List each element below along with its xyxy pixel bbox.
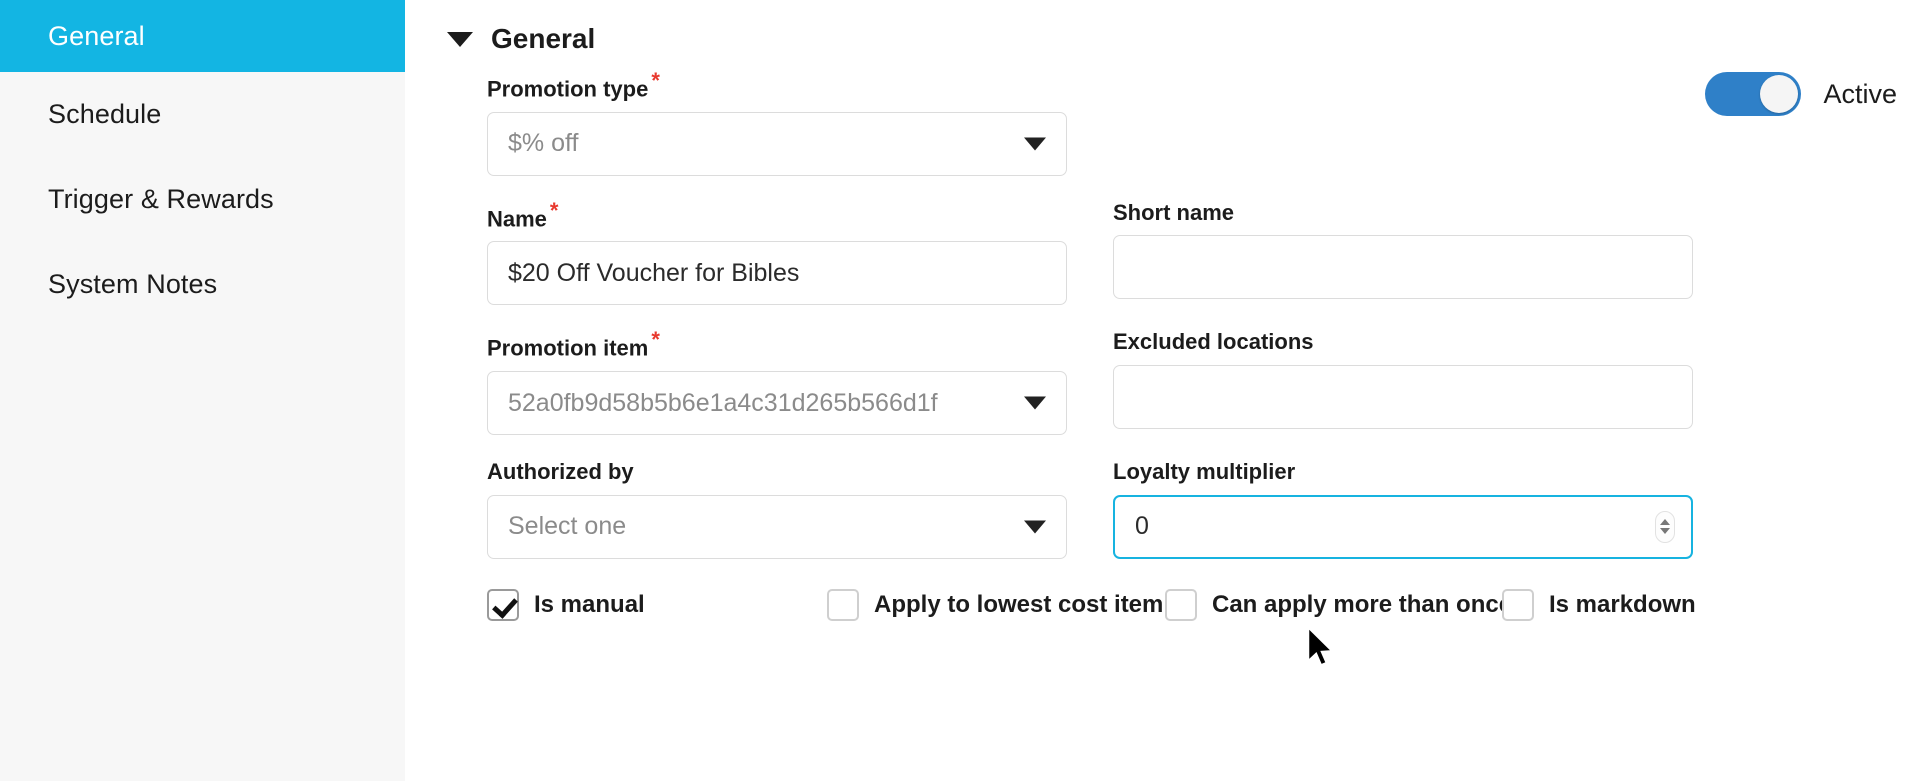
form-row-promotion-item: Promotion item * 52a0fb9d58b5b6e1a4c31d26… xyxy=(487,329,1893,459)
loyalty-multiplier-label: Loyalty multiplier xyxy=(1113,459,1693,485)
promotion-item-label: Promotion item * xyxy=(487,329,1067,362)
caret-down-icon[interactable] xyxy=(447,31,473,47)
required-asterisk: * xyxy=(651,68,660,93)
active-toggle-group: Active xyxy=(1705,72,1897,116)
checkbox-label: Is manual xyxy=(534,590,645,618)
checkbox-row: Is manual Apply to lowest cost item Can … xyxy=(487,588,1893,621)
name-label: Name * xyxy=(487,197,1067,233)
promotion-item-select[interactable]: 52a0fb9d58b5b6e1a4c31d265b566d1f xyxy=(487,371,1067,436)
short-name-input[interactable] xyxy=(1113,235,1693,300)
checkbox-is-markdown[interactable]: Is markdown xyxy=(1502,588,1696,621)
field-authorized-by: Authorized by Select one xyxy=(487,459,1067,559)
authorized-by-value: Select one xyxy=(508,512,627,541)
name-input[interactable]: $20 Off Voucher for Bibles xyxy=(487,241,1067,306)
loyalty-multiplier-input[interactable]: 0 xyxy=(1113,494,1693,559)
field-name: Name * $20 Off Voucher for Bibles xyxy=(487,197,1067,306)
promotion-type-value: $% off xyxy=(508,129,579,158)
promotion-type-select[interactable]: $% off xyxy=(487,111,1067,176)
field-promotion-type: Promotion type * $% off xyxy=(487,70,1067,176)
field-promotion-item: Promotion item * 52a0fb9d58b5b6e1a4c31d26… xyxy=(487,329,1067,436)
form-row-authorized-by: Authorized by Select one Loyalty multipl… xyxy=(487,459,1893,582)
form-col-left: Promotion type * $% off xyxy=(487,70,1067,200)
sidebar-item-label: General xyxy=(48,20,145,51)
section-header: General xyxy=(405,0,1929,58)
section-title: General xyxy=(491,23,596,54)
promotion-editor-page: General Schedule Trigger & Rewards Syste… xyxy=(0,0,1929,781)
loyalty-multiplier-value: 0 xyxy=(1135,512,1149,541)
form-col-right: Loyalty multiplier 0 xyxy=(1113,459,1693,582)
spinner-stepper-icon[interactable] xyxy=(1655,510,1675,543)
required-asterisk: * xyxy=(651,327,660,353)
active-toggle-label: Active xyxy=(1823,78,1897,109)
short-name-label-text: Short name xyxy=(1113,199,1235,225)
authorized-by-label-text: Authorized by xyxy=(487,459,634,485)
required-asterisk: * xyxy=(549,197,559,223)
sidebar-item-label: System Notes xyxy=(48,269,218,299)
main-content: General Active Promotion type * $% off N… xyxy=(405,0,1929,781)
checkbox-label: Can apply more than once xyxy=(1212,590,1513,618)
checkbox-is-manual[interactable]: Is manual xyxy=(487,588,827,621)
chevron-down-icon[interactable] xyxy=(1024,520,1046,534)
promotion-type-label-text: Promotion type xyxy=(487,76,649,102)
sidebar-nav: General Schedule Trigger & Rewards Syste… xyxy=(0,0,405,781)
sidebar-item-trigger-rewards[interactable]: Trigger & Rewards xyxy=(0,157,405,242)
form-col-right xyxy=(1113,70,1693,200)
sidebar-item-schedule[interactable]: Schedule xyxy=(0,72,405,157)
promotion-item-value: 52a0fb9d58b5b6e1a4c31d265b566d1f xyxy=(508,388,938,417)
checkbox-label: Apply to lowest cost item xyxy=(874,590,1164,618)
form-col-left: Authorized by Select one xyxy=(487,459,1067,582)
excluded-locations-label-text: Excluded locations xyxy=(1113,329,1314,355)
checkbox-can-apply-more-than-once[interactable]: Can apply more than once xyxy=(1165,588,1512,621)
checkbox-unchecked-icon[interactable] xyxy=(1165,588,1197,621)
name-label-text: Name xyxy=(487,206,547,232)
name-value: $20 Off Voucher for Bibles xyxy=(508,258,800,287)
form-col-left: Name * $20 Off Voucher for Bibles xyxy=(487,197,1067,330)
stepper-down-icon[interactable] xyxy=(1660,528,1670,535)
form-row-promotion-type: Promotion type * $% off xyxy=(487,70,1893,200)
authorized-by-select[interactable]: Select one xyxy=(487,494,1067,559)
excluded-locations-input[interactable] xyxy=(1113,364,1693,429)
active-toggle[interactable] xyxy=(1705,72,1802,116)
field-excluded-locations: Excluded locations xyxy=(1113,329,1693,429)
form-col-right: Short name xyxy=(1113,200,1693,330)
sidebar-item-general[interactable]: General xyxy=(0,0,405,72)
checkbox-unchecked-icon[interactable] xyxy=(827,588,859,621)
field-loyalty-multiplier: Loyalty multiplier 0 xyxy=(1113,459,1693,559)
chevron-down-icon[interactable] xyxy=(1024,137,1046,151)
sidebar-item-system-notes[interactable]: System Notes xyxy=(0,242,405,327)
stepper-up-icon[interactable] xyxy=(1660,519,1670,526)
form-col-right: Excluded locations xyxy=(1113,329,1693,459)
toggle-knob xyxy=(1760,75,1799,113)
loyalty-multiplier-label-text: Loyalty multiplier xyxy=(1113,459,1296,485)
chevron-down-icon[interactable] xyxy=(1024,396,1046,410)
sidebar-item-label: Trigger & Rewards xyxy=(48,184,274,214)
form-row-name: Name * $20 Off Voucher for Bibles Short n… xyxy=(487,197,1893,330)
checkbox-unchecked-icon[interactable] xyxy=(1502,588,1534,621)
checkbox-apply-to-lowest-cost-item[interactable]: Apply to lowest cost item xyxy=(827,588,1165,621)
checkbox-label: Is markdown xyxy=(1549,590,1696,618)
checkbox-checked-icon[interactable] xyxy=(487,588,519,621)
promotion-type-label: Promotion type * xyxy=(487,70,1067,103)
sidebar-item-label: Schedule xyxy=(48,99,162,129)
authorized-by-label: Authorized by xyxy=(487,459,1067,485)
excluded-locations-label: Excluded locations xyxy=(1113,329,1693,355)
form-col-left: Promotion item * 52a0fb9d58b5b6e1a4c31d26… xyxy=(487,329,1067,459)
short-name-label: Short name xyxy=(1113,200,1693,226)
field-short-name: Short name xyxy=(1113,200,1693,300)
promotion-item-label-text: Promotion item xyxy=(487,335,649,361)
form-area: Promotion type * $% off Name * $20 Off V… xyxy=(405,70,1929,621)
